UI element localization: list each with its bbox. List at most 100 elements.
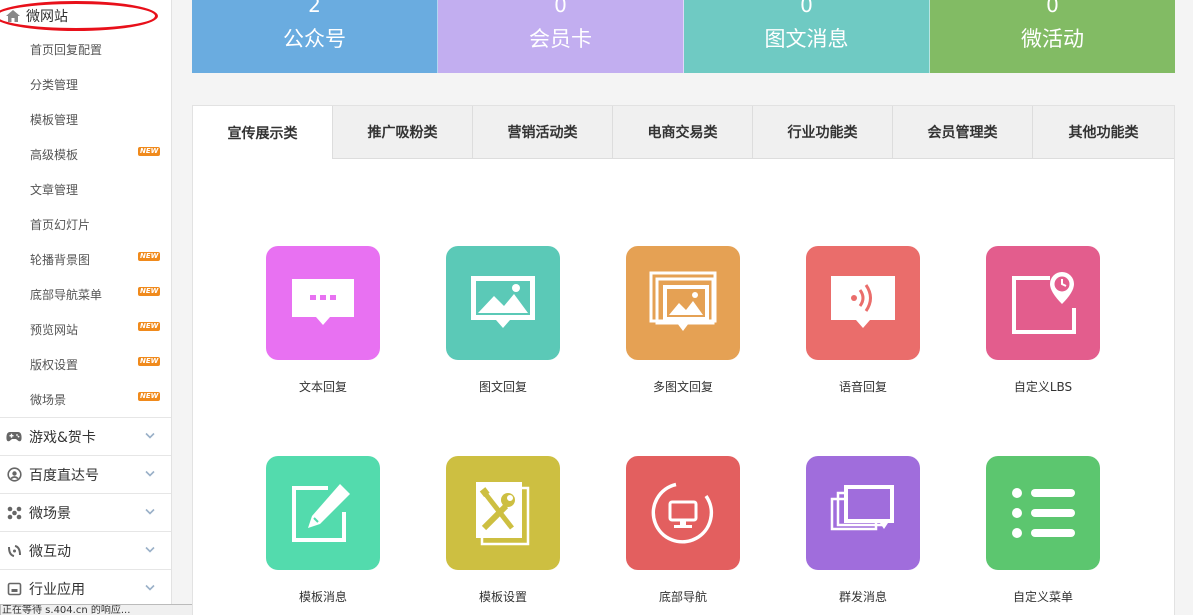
tab-marketing-activities[interactable]: 营销活动类 [473, 106, 613, 159]
interact-icon [6, 543, 22, 559]
chevron-down-icon[interactable] [145, 432, 155, 440]
chevron-down-icon[interactable] [145, 546, 155, 554]
sidebar-item[interactable]: 底部导航菜单 NEW [0, 277, 171, 312]
chevron-down-icon[interactable] [145, 470, 155, 478]
gamepad-icon [6, 429, 22, 445]
stat-card-micro-activities[interactable]: 0 微活动 [930, 0, 1175, 73]
sidebar-group-micro-interact[interactable]: 微互动 [0, 531, 171, 569]
new-badge: NEW [138, 322, 161, 331]
chevron-down-icon[interactable] [145, 508, 155, 516]
voice-chat-icon [831, 276, 895, 328]
tools-icon [476, 482, 530, 546]
category-tabs: 宣传展示类 推广吸粉类 营销活动类 电商交易类 行业功能类 会员管理类 其他功能… [193, 106, 1174, 159]
sidebar-item[interactable]: 版权设置 NEW [0, 347, 171, 382]
tile-icon-box [446, 456, 560, 570]
stat-value: 0 [1046, 0, 1059, 17]
sidebar-group-micro-scene[interactable]: 微场景 [0, 493, 171, 531]
tile-custom-menu[interactable]: 自定义菜单 [986, 456, 1100, 605]
sidebar-item-label: 文章管理 [30, 183, 79, 197]
sidebar-item-label: 高级模板 [30, 148, 79, 162]
tile-icon-box [446, 246, 560, 360]
tile-label: 底部导航 [658, 590, 707, 604]
sidebar-item-label: 分类管理 [30, 78, 79, 92]
chevron-down-icon[interactable] [145, 584, 155, 592]
tile-icon-box [266, 246, 380, 360]
new-badge: NEW [138, 252, 161, 261]
sidebar-item[interactable]: 微场景 NEW [0, 382, 171, 417]
tile-voice-reply[interactable]: 语音回复 [806, 246, 920, 395]
new-badge: NEW [138, 147, 161, 156]
tab-ecommerce[interactable]: 电商交易类 [613, 106, 753, 159]
new-badge: NEW [138, 357, 161, 366]
tile-image-reply[interactable]: 图文回复 [446, 246, 560, 395]
tile-label: 自定义菜单 [1012, 590, 1073, 604]
sidebar-item[interactable]: 轮播背景图 NEW [0, 242, 171, 277]
tile-label: 语音回复 [838, 380, 887, 394]
edit-icon [292, 484, 350, 542]
location-icon [1012, 272, 1076, 334]
sidebar-item-label: 首页回复配置 [30, 43, 103, 57]
list-icon [1012, 488, 1075, 538]
sidebar-group-label: 微网站 [26, 9, 68, 25]
new-badge: NEW [138, 287, 161, 296]
tile-icon-box [986, 246, 1100, 360]
stat-card-member-cards[interactable]: 0 会员卡 [438, 0, 684, 73]
stat-label: 图文消息 [764, 27, 849, 51]
tab-promotion-display[interactable]: 宣传展示类 [193, 106, 333, 159]
sidebar-item[interactable]: 文章管理 [0, 172, 171, 207]
tile-custom-lbs[interactable]: 自定义LBS [986, 246, 1100, 395]
tile-bottom-nav[interactable]: 底部导航 [626, 456, 740, 605]
stat-card-official-accounts[interactable]: 2 公众号 [192, 0, 438, 73]
industry-icon [6, 581, 22, 597]
sidebar-item-label: 底部导航菜单 [30, 288, 103, 302]
feature-tiles: 文本回复 图文回复 多图文回复 语音回复 自定义LBS 模板消息 模板设置 底部… [193, 159, 1174, 615]
stat-card-news-messages[interactable]: 0 图文消息 [684, 0, 930, 73]
monitor-icon [651, 482, 714, 544]
tile-template-message[interactable]: 模板消息 [266, 456, 380, 605]
tile-icon-box [806, 246, 920, 360]
sidebar-item[interactable]: 分类管理 [0, 67, 171, 102]
sidebar-group-label: 行业应用 [29, 581, 85, 598]
sidebar-group-label: 微互动 [29, 543, 71, 560]
tile-icon-box [626, 456, 740, 570]
sidebar-item-label: 微场景 [30, 393, 67, 407]
stat-value: 2 [308, 0, 321, 17]
sidebar-sub-list: 首页回复配置 分类管理 模板管理 高级模板 NEW 文章管理 首页幻灯片 轮播背景… [0, 32, 171, 417]
stat-label: 微活动 [1021, 27, 1084, 51]
stats-bar: 2 公众号 0 会员卡 0 图文消息 0 微活动 [192, 0, 1175, 73]
tab-member-management[interactable]: 会员管理类 [893, 106, 1033, 159]
tab-industry-functions[interactable]: 行业功能类 [753, 106, 893, 159]
multi-image-icon [649, 271, 717, 331]
sidebar-item[interactable]: 预览网站 NEW [0, 312, 171, 347]
dots-icon [6, 505, 22, 521]
baidu-icon [6, 467, 22, 483]
sidebar-group-label: 游戏&贺卡 [29, 429, 96, 446]
tab-fan-acquisition[interactable]: 推广吸粉类 [333, 106, 473, 159]
tile-icon-box [626, 246, 740, 360]
highlight-annotation [0, 1, 158, 31]
sidebar-group-baidu[interactable]: 百度直达号 [0, 455, 171, 493]
house-icon [6, 10, 20, 22]
tile-text-reply[interactable]: 文本回复 [266, 246, 380, 395]
sidebar-group-games[interactable]: 游戏&贺卡 [0, 417, 171, 455]
new-badge: NEW [138, 392, 161, 401]
stat-label: 会员卡 [529, 27, 592, 51]
tile-mass-message[interactable]: 群发消息 [806, 456, 920, 605]
sidebar-group-industry[interactable]: 行业应用 [0, 569, 171, 607]
tile-icon-box [806, 456, 920, 570]
sidebar-item-label: 轮播背景图 [30, 253, 91, 267]
tile-label: 多图文回复 [652, 380, 713, 394]
tile-label: 群发消息 [838, 590, 887, 604]
sidebar-group-label: 百度直达号 [29, 467, 99, 484]
tile-label: 模板消息 [298, 590, 347, 604]
tile-template-settings[interactable]: 模板设置 [446, 456, 560, 605]
stat-value: 0 [800, 0, 813, 17]
sidebar-item[interactable]: 首页幻灯片 [0, 207, 171, 242]
tile-multi-image-reply[interactable]: 多图文回复 [626, 246, 740, 395]
sidebar-group-micro-site[interactable]: 微网站 [0, 0, 171, 32]
tab-other-functions[interactable]: 其他功能类 [1033, 106, 1174, 159]
sidebar-item[interactable]: 模板管理 [0, 102, 171, 137]
sidebar: 微网站 首页回复配置 分类管理 模板管理 高级模板 NEW 文章管理 首页幻灯片 … [0, 0, 172, 615]
sidebar-item[interactable]: 高级模板 NEW [0, 137, 171, 172]
sidebar-item[interactable]: 首页回复配置 [0, 32, 171, 67]
